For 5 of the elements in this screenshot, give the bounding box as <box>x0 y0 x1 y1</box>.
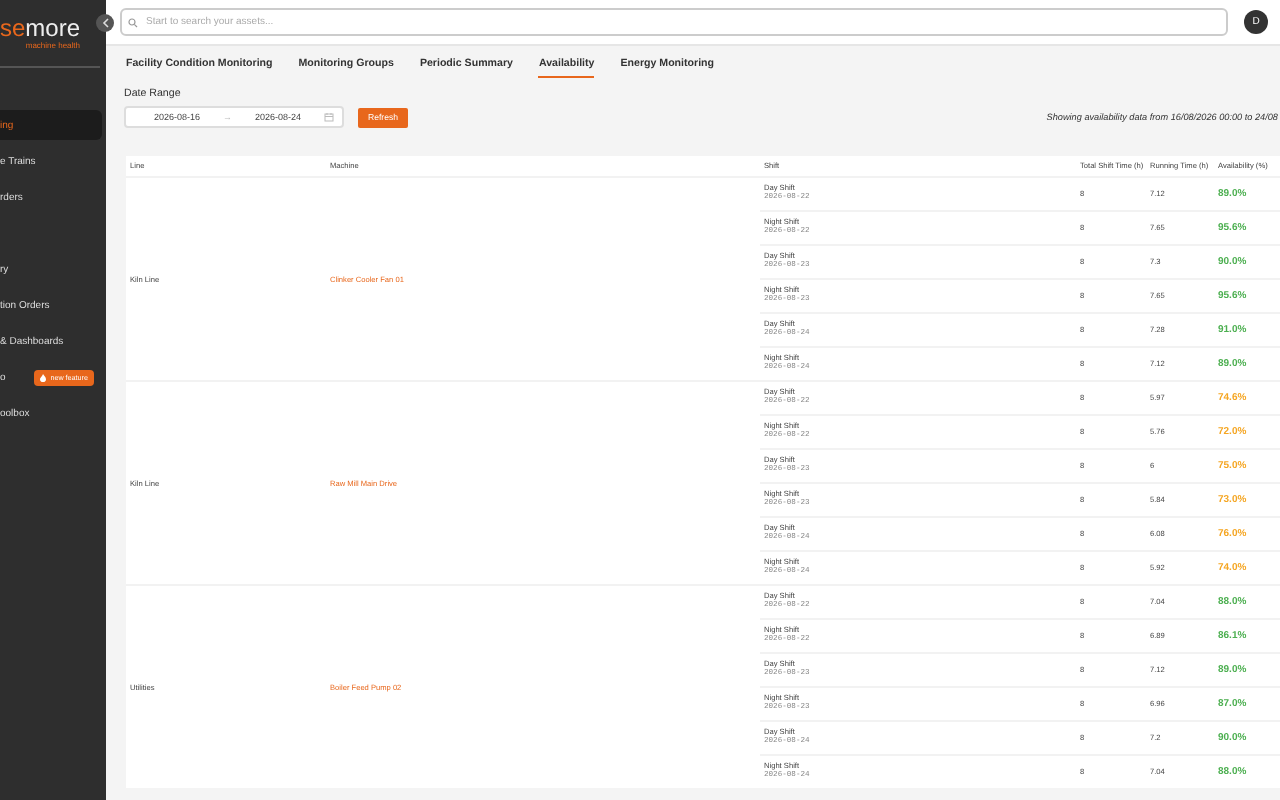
chevron-left-icon <box>101 18 109 28</box>
flame-icon <box>40 373 47 381</box>
calendar-icon <box>323 112 334 122</box>
search-icon <box>128 17 138 27</box>
logo-text: semore <box>0 16 80 40</box>
